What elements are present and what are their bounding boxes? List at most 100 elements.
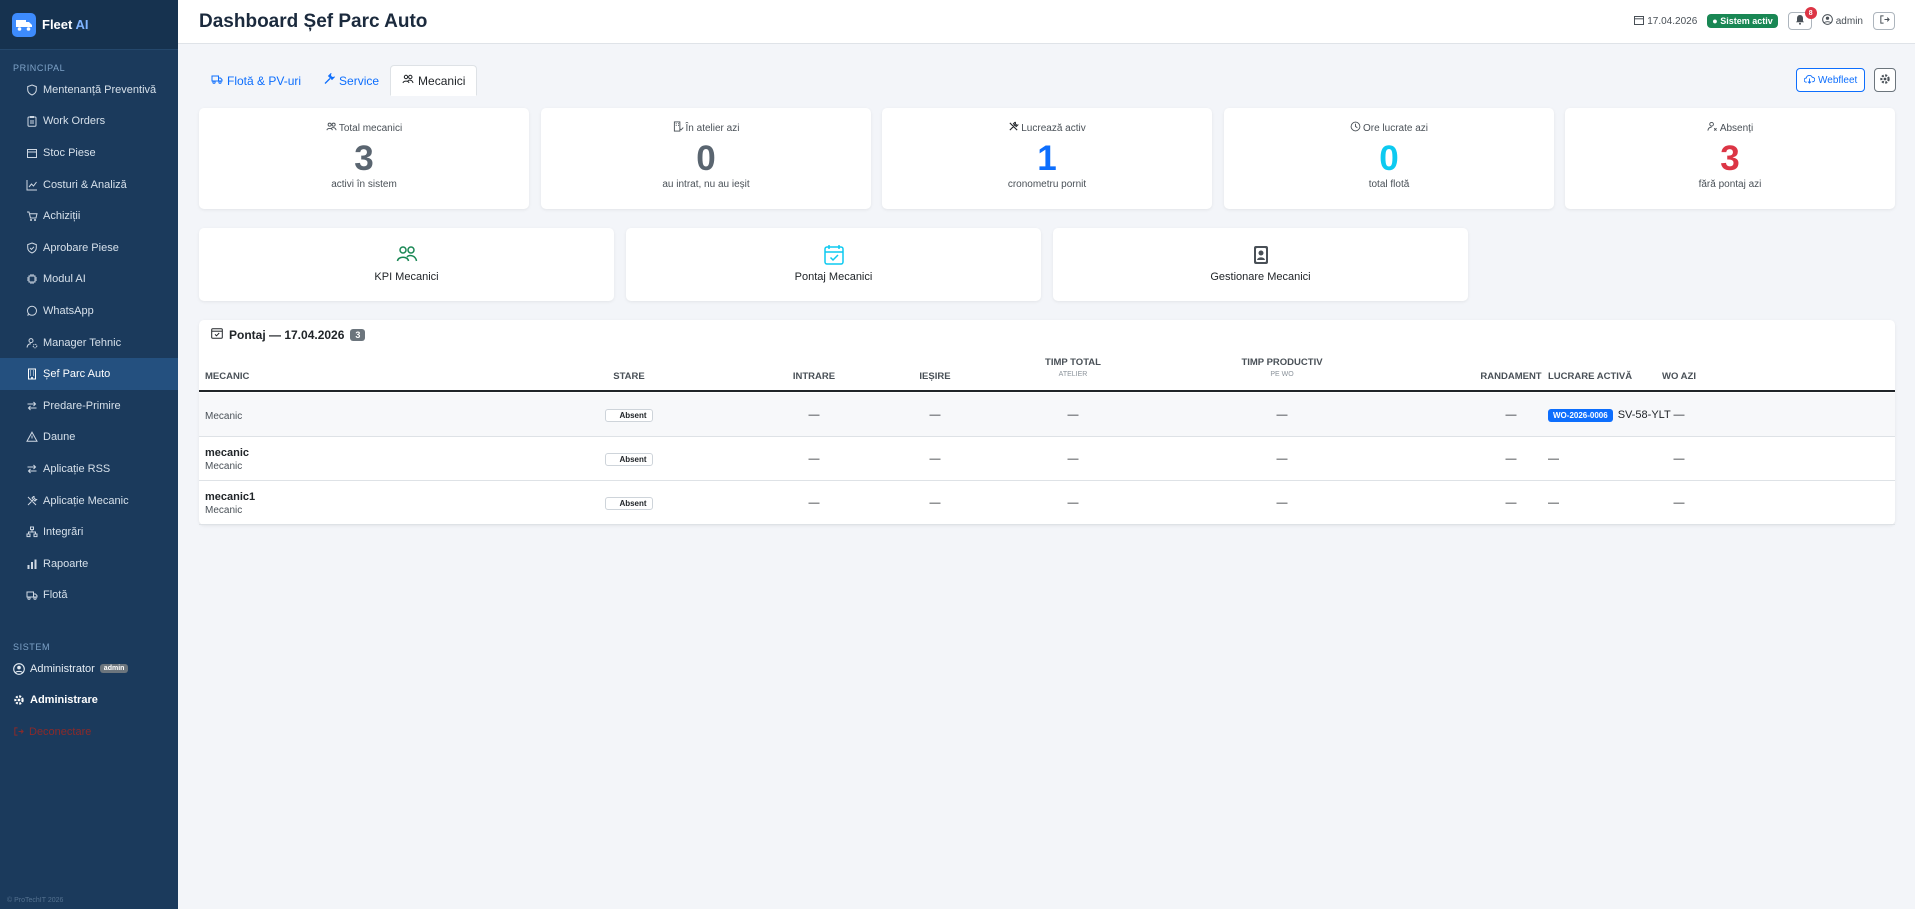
col-mecanic[interactable]: MECANIC bbox=[205, 371, 249, 382]
lucrare-activa: — bbox=[1548, 453, 1559, 465]
status-badge: ● Sistem activ bbox=[1707, 14, 1778, 28]
sidebar-item-3[interactable]: Costuri & Analiză bbox=[0, 169, 178, 201]
tools-icon bbox=[1008, 121, 1020, 135]
webfleet-button[interactable]: Webfleet bbox=[1796, 68, 1866, 92]
action-card-pontaj-mecanici[interactable]: Pontaj Mecanici bbox=[626, 228, 1041, 301]
sidebar-item-administrator[interactable]: Administrator admin bbox=[0, 653, 178, 685]
stat-card-4: Absenți 3 fără pontaj azi bbox=[1565, 108, 1895, 209]
table-row[interactable]: mecanic Mecanic Absent — — — — — — — bbox=[199, 437, 1895, 481]
stat-card-1: În atelier azi 0 au intrat, nu au ieșit bbox=[541, 108, 871, 209]
date-text: 17.04.2026 bbox=[1647, 15, 1698, 27]
sidebar-item-logout[interactable]: Deconectare bbox=[0, 716, 178, 748]
mechanic-name: mecanic bbox=[205, 446, 250, 459]
col-randament[interactable]: RANDAMENT bbox=[1461, 371, 1561, 382]
mechanic-role: Mecanic bbox=[205, 504, 243, 516]
brand-name: Fleet AI bbox=[42, 17, 89, 32]
stat-subtitle: cronometru pornit bbox=[1007, 179, 1087, 190]
sidebar-item-5[interactable]: Aprobare Piese bbox=[0, 232, 178, 264]
wo-azi-cell: — bbox=[1673, 497, 1685, 509]
intrare-cell: — bbox=[808, 453, 820, 465]
settings-button[interactable] bbox=[1874, 68, 1896, 92]
sidebar-item-8[interactable]: Manager Tehnic bbox=[0, 327, 178, 359]
stat-value: 3 bbox=[1720, 139, 1740, 178]
sidebar-item-label: Integrări bbox=[43, 526, 84, 539]
diagram-icon bbox=[26, 526, 38, 538]
logout-icon bbox=[13, 726, 24, 737]
people-icon bbox=[326, 121, 337, 135]
logout-button[interactable] bbox=[1873, 12, 1895, 30]
shield-check-icon bbox=[26, 242, 38, 254]
col-timp-productiv[interactable]: TIMP PRODUCTIV PE WO bbox=[1222, 357, 1342, 378]
col-iesire[interactable]: IEȘIRE bbox=[885, 371, 985, 382]
table-row[interactable]: Mecanic Absent — — — — — — WO-2026-0006 SV-58-YLT bbox=[199, 393, 1895, 437]
truck-icon bbox=[26, 589, 38, 601]
notification-count: 8 bbox=[1804, 7, 1817, 19]
sidebar-item-label: Modul AI bbox=[43, 273, 86, 286]
col-stare[interactable]: STARE bbox=[589, 371, 669, 382]
sidebar-item-16[interactable]: Flotă bbox=[0, 580, 178, 612]
bar-chart-icon bbox=[26, 558, 38, 570]
pontaj-title: Pontaj — 17.04.2026 bbox=[229, 327, 345, 342]
tab-label: Service bbox=[339, 73, 380, 88]
brand[interactable]: Fleet AI bbox=[0, 0, 178, 50]
stat-label: Absenți bbox=[1565, 121, 1895, 135]
notifications-button[interactable]: 8 bbox=[1787, 7, 1817, 30]
action-card-kpi-mecanici[interactable]: KPI Mecanici bbox=[199, 228, 614, 301]
person-x-icon bbox=[1707, 121, 1718, 135]
sidebar-item-label: Work Orders bbox=[43, 115, 106, 128]
sidebar-item-1[interactable]: Work Orders bbox=[0, 106, 178, 138]
clock-icon bbox=[1350, 121, 1361, 135]
col-intrare[interactable]: INTRARE bbox=[764, 371, 864, 382]
warning-icon bbox=[26, 431, 38, 443]
stat-subtitle: fără pontaj azi bbox=[1698, 179, 1762, 190]
tab-mecanici[interactable]: Mecanici bbox=[390, 65, 478, 96]
person-gear-icon bbox=[26, 337, 38, 349]
sidebar-item-6[interactable]: Modul AI bbox=[0, 264, 178, 296]
iesire-cell: — bbox=[929, 409, 941, 421]
action-card-gestionare-mecanici[interactable]: Gestionare Mecanici bbox=[1053, 228, 1468, 301]
calendar-check-icon bbox=[211, 327, 223, 342]
sidebar-item-14[interactable]: Integrări bbox=[0, 516, 178, 548]
cloud-download-icon bbox=[1803, 74, 1816, 87]
section-label-sistem: SISTEM bbox=[13, 642, 51, 653]
tab-service[interactable]: Service bbox=[312, 65, 390, 96]
table-row[interactable]: mecanic1 Mecanic Absent — — — — — — — bbox=[199, 481, 1895, 525]
sidebar-item-administrare[interactable]: Administrare bbox=[0, 685, 178, 717]
pontaj-table-card: Pontaj — 17.04.2026 3 MECANIC STARE INTR… bbox=[199, 320, 1895, 525]
wo-badge[interactable]: WO-2026-0006 bbox=[1548, 408, 1613, 422]
sidebar-item-13[interactable]: Aplicație Mecanic bbox=[0, 485, 178, 517]
sidebar-item-11[interactable]: Daune bbox=[0, 422, 178, 454]
sidebar-item-label: Aprobare Piese bbox=[43, 241, 119, 254]
sidebar-item-12[interactable]: Aplicație RSS bbox=[0, 453, 178, 485]
sidebar-item-10[interactable]: Predare-Primire bbox=[0, 390, 178, 422]
sidebar-item-label: Stoc Piese bbox=[43, 146, 96, 159]
people-icon bbox=[402, 73, 414, 88]
timp-total-cell: — bbox=[1067, 497, 1079, 509]
col-timp-total[interactable]: TIMP TOTAL ATELIER bbox=[1013, 357, 1133, 378]
wo-azi-cell: — bbox=[1673, 453, 1685, 465]
tab-flot-pv-uri[interactable]: Flotă & PV-uri bbox=[200, 65, 312, 96]
sidebar-item-label: Șef Parc Auto bbox=[43, 368, 111, 381]
count-badge: 3 bbox=[350, 328, 366, 341]
date-display: 17.04.2026 bbox=[1634, 15, 1697, 28]
lucrare-activa-cell: WO-2026-0006 SV-58-YLT bbox=[1548, 393, 1671, 437]
status-cell: Absent bbox=[589, 481, 669, 525]
timp-productiv-cell: — bbox=[1276, 453, 1288, 465]
sidebar-item-4[interactable]: Achiziții bbox=[0, 200, 178, 232]
building-icon bbox=[26, 368, 38, 380]
sidebar-item-9[interactable]: Șef Parc Auto bbox=[0, 358, 178, 390]
webfleet-label: Webfleet bbox=[1818, 74, 1858, 86]
sidebar-item-15[interactable]: Rapoarte bbox=[0, 548, 178, 580]
col-lucrare-activa[interactable]: LUCRARE ACTIVĂ bbox=[1548, 371, 1688, 382]
sidebar-nav: Mentenanță Preventivă Work Orders Stoc Pie… bbox=[0, 74, 178, 611]
timp-productiv-cell: — bbox=[1276, 497, 1288, 509]
sidebar-item-label: Manager Tehnic bbox=[43, 336, 122, 349]
mechanic-cell: mecanic Mecanic bbox=[205, 437, 249, 481]
col-timp-productiv-label: TIMP PRODUCTIV bbox=[1241, 357, 1323, 368]
user-menu[interactable]: admin bbox=[1821, 14, 1863, 28]
sidebar-item-2[interactable]: Stoc Piese bbox=[0, 137, 178, 169]
tab-bar: Flotă & PV-uri Service Mecanici bbox=[200, 65, 478, 96]
stat-label: Total mecanici bbox=[199, 121, 529, 135]
sidebar-item-7[interactable]: WhatsApp bbox=[0, 295, 178, 327]
sidebar-item-0[interactable]: Mentenanță Preventivă bbox=[0, 74, 178, 106]
